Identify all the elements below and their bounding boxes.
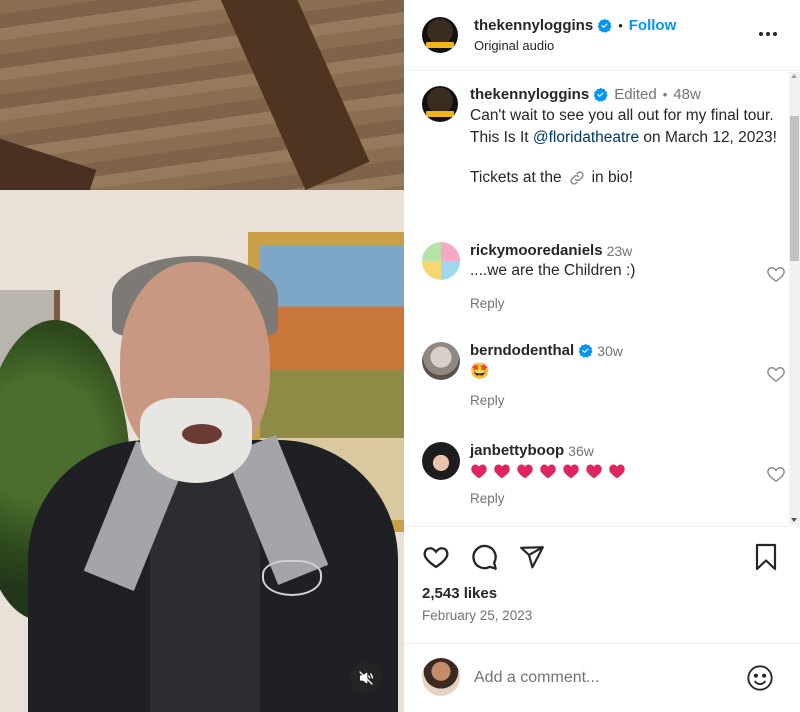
red-heart-emoji-icon bbox=[586, 464, 602, 479]
post-caption: thekennyloggins Edited • 48w Can't wait … bbox=[422, 86, 782, 187]
scroll-thumb[interactable] bbox=[790, 116, 799, 261]
likes-count[interactable]: 2,543 likes bbox=[422, 585, 497, 602]
smiley-icon[interactable] bbox=[746, 664, 774, 692]
caption-separator: • bbox=[662, 87, 668, 102]
reel-video[interactable] bbox=[0, 0, 404, 712]
caption-tickets-line: Tickets at the in bio! bbox=[470, 169, 782, 187]
post-actions: 2,543 likes February 25, 2023 bbox=[404, 526, 800, 623]
comment-time[interactable]: 30w bbox=[597, 343, 623, 359]
commenter-username[interactable]: janbettyboop bbox=[470, 442, 564, 459]
comments-list[interactable]: thekennyloggins Edited • 48w Can't wait … bbox=[404, 72, 789, 525]
comment-time[interactable]: 36w bbox=[568, 443, 594, 459]
red-heart-emoji-icon bbox=[471, 464, 487, 479]
red-heart-emoji-icon bbox=[609, 464, 625, 479]
ellipsis-icon bbox=[759, 32, 777, 36]
comment-time[interactable]: 23w bbox=[607, 243, 633, 259]
like-button[interactable] bbox=[422, 543, 450, 571]
post-panel: thekennyloggins • Follow Original audio … bbox=[404, 0, 800, 712]
video-jacket-logo bbox=[262, 560, 322, 596]
comment-like-heart-icon[interactable] bbox=[766, 464, 786, 484]
header-separator: • bbox=[618, 18, 623, 33]
caption-text-part: on March 12, 2023! bbox=[639, 128, 777, 146]
caption-author-avatar[interactable] bbox=[422, 86, 458, 122]
red-heart-emoji-icon bbox=[563, 464, 579, 479]
comment-text bbox=[470, 463, 782, 479]
comment-input[interactable] bbox=[474, 666, 734, 690]
commenter-avatar[interactable] bbox=[422, 242, 460, 280]
comment-text: 🤩 bbox=[470, 363, 490, 380]
heart-icon bbox=[423, 547, 449, 569]
video-person-mouth bbox=[182, 424, 222, 444]
author-avatar[interactable] bbox=[422, 17, 458, 53]
verified-badge-icon bbox=[593, 87, 608, 102]
audio-label[interactable]: Original audio bbox=[474, 38, 676, 53]
scroll-down-arrow[interactable] bbox=[791, 518, 797, 522]
red-heart-emoji-icon bbox=[540, 464, 556, 479]
comment-item: berndodenthal 30w 🤩 Reply bbox=[422, 342, 785, 408]
caption-tickets-text: Tickets at the bbox=[470, 169, 562, 186]
scroll-up-arrow[interactable] bbox=[791, 74, 797, 78]
more-options-button[interactable] bbox=[756, 22, 780, 46]
reply-button[interactable]: Reply bbox=[470, 296, 782, 311]
commenter-username[interactable]: rickymooredaniels bbox=[470, 242, 603, 259]
current-user-avatar bbox=[422, 658, 460, 696]
link-icon bbox=[568, 169, 586, 187]
commenter-avatar[interactable] bbox=[422, 342, 460, 380]
author-username[interactable]: thekennyloggins bbox=[474, 17, 593, 34]
mute-toggle-button[interactable] bbox=[350, 662, 382, 694]
caption-time[interactable]: 48w bbox=[673, 86, 701, 103]
verified-badge-icon bbox=[597, 18, 612, 33]
reply-button[interactable]: Reply bbox=[470, 491, 782, 506]
comments-scrollbar[interactable] bbox=[789, 72, 800, 525]
comment-like-heart-icon[interactable] bbox=[766, 364, 786, 384]
share-button[interactable] bbox=[518, 543, 546, 571]
save-button[interactable] bbox=[752, 543, 780, 571]
caption-tickets-text: in bio! bbox=[591, 169, 633, 186]
comment-item: janbettyboop 36w Reply bbox=[422, 442, 785, 506]
muted-speaker-icon bbox=[359, 671, 373, 685]
comment-text: ....we are the Children :) bbox=[470, 262, 636, 279]
post-date: February 25, 2023 bbox=[422, 608, 533, 623]
red-heart-emoji-icon bbox=[517, 464, 533, 479]
post-header: thekennyloggins • Follow Original audio bbox=[404, 0, 800, 71]
comment-icon bbox=[472, 544, 497, 570]
edited-label: Edited bbox=[614, 86, 657, 103]
verified-badge-icon bbox=[578, 343, 593, 358]
follow-button[interactable]: Follow bbox=[629, 17, 677, 34]
caption-username[interactable]: thekennyloggins bbox=[470, 86, 589, 103]
red-heart-emoji-icon bbox=[494, 464, 510, 479]
bookmark-icon bbox=[755, 543, 777, 571]
comment-composer bbox=[404, 643, 800, 712]
comment-button[interactable] bbox=[470, 543, 498, 571]
reply-button[interactable]: Reply bbox=[470, 393, 782, 408]
caption-text: Can't wait to see you all out for my fin… bbox=[470, 105, 782, 148]
commenter-avatar[interactable] bbox=[422, 442, 460, 480]
comment-item: rickymooredaniels 23w ....we are the Chi… bbox=[422, 242, 785, 311]
comment-like-heart-icon[interactable] bbox=[766, 264, 786, 284]
commenter-username[interactable]: berndodenthal bbox=[470, 342, 574, 359]
send-icon bbox=[520, 546, 544, 569]
mention-link[interactable]: @floridatheatre bbox=[533, 129, 639, 146]
